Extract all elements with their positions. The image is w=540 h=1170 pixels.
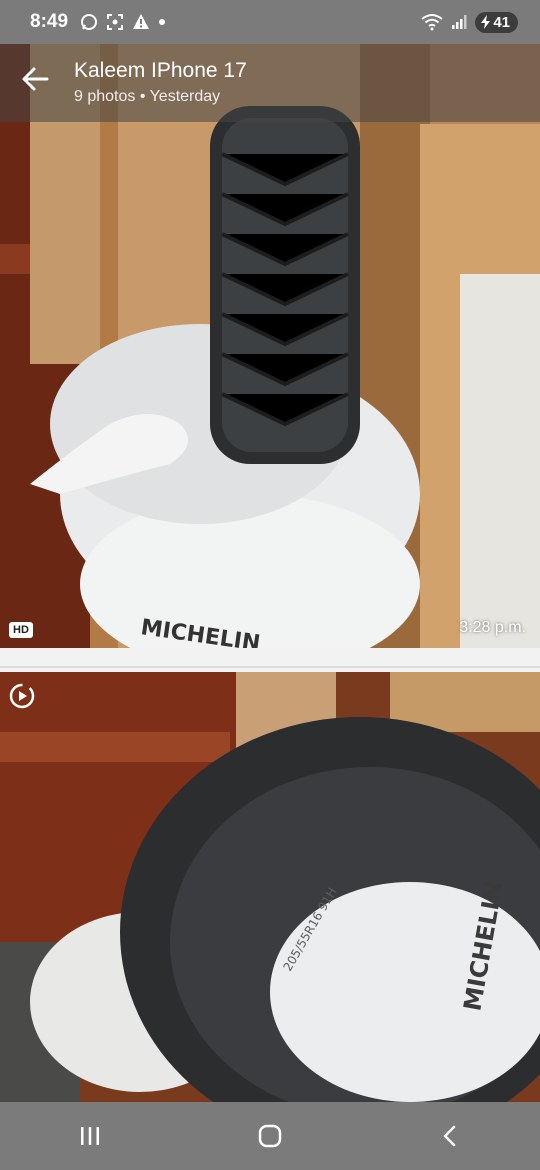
charging-icon [481, 15, 491, 29]
album-meta: 9 photos • Yesterday [74, 88, 221, 105]
album-header: Kaleem IPhone 17 9 photos • Yesterday [0, 44, 540, 122]
back-icon [443, 1125, 456, 1147]
photo-2-image: 205/55R16 91H MICHELIN [0, 672, 540, 1102]
warning-icon [133, 14, 150, 29]
signal-icon [452, 15, 467, 29]
whatsapp-icon [81, 14, 98, 30]
dot-icon [159, 19, 166, 25]
screenshot-icon [107, 14, 124, 30]
battery-indicator: 41 [475, 11, 518, 33]
navigation-bar [0, 1102, 540, 1170]
album-title: Kaleem IPhone 17 [74, 59, 247, 82]
home-icon [258, 1124, 282, 1148]
photo-1-image: MICHELIN [0, 44, 540, 648]
wifi-icon [421, 14, 443, 31]
back-arrow-icon[interactable] [20, 64, 50, 94]
battery-level: 41 [493, 13, 510, 31]
recents-icon [81, 1127, 99, 1145]
photo-separator [0, 648, 540, 672]
motion-photo-icon[interactable] [8, 682, 36, 710]
recents-button[interactable] [60, 1111, 120, 1161]
system-icons: 41 [421, 11, 518, 33]
notification-icons [80, 13, 166, 31]
photo-tire-on-bags[interactable]: MICHELIN [0, 44, 540, 648]
status-bar: 8:49 41 [0, 0, 540, 44]
photo-tire-closeup[interactable]: 205/55R16 91H MICHELIN [0, 672, 540, 1102]
photo-timestamp: 3:28 p.m. [459, 619, 526, 636]
hd-badge: HD [9, 622, 33, 638]
back-button[interactable] [420, 1111, 480, 1161]
home-button[interactable] [240, 1111, 300, 1161]
status-time: 8:49 [30, 11, 69, 32]
